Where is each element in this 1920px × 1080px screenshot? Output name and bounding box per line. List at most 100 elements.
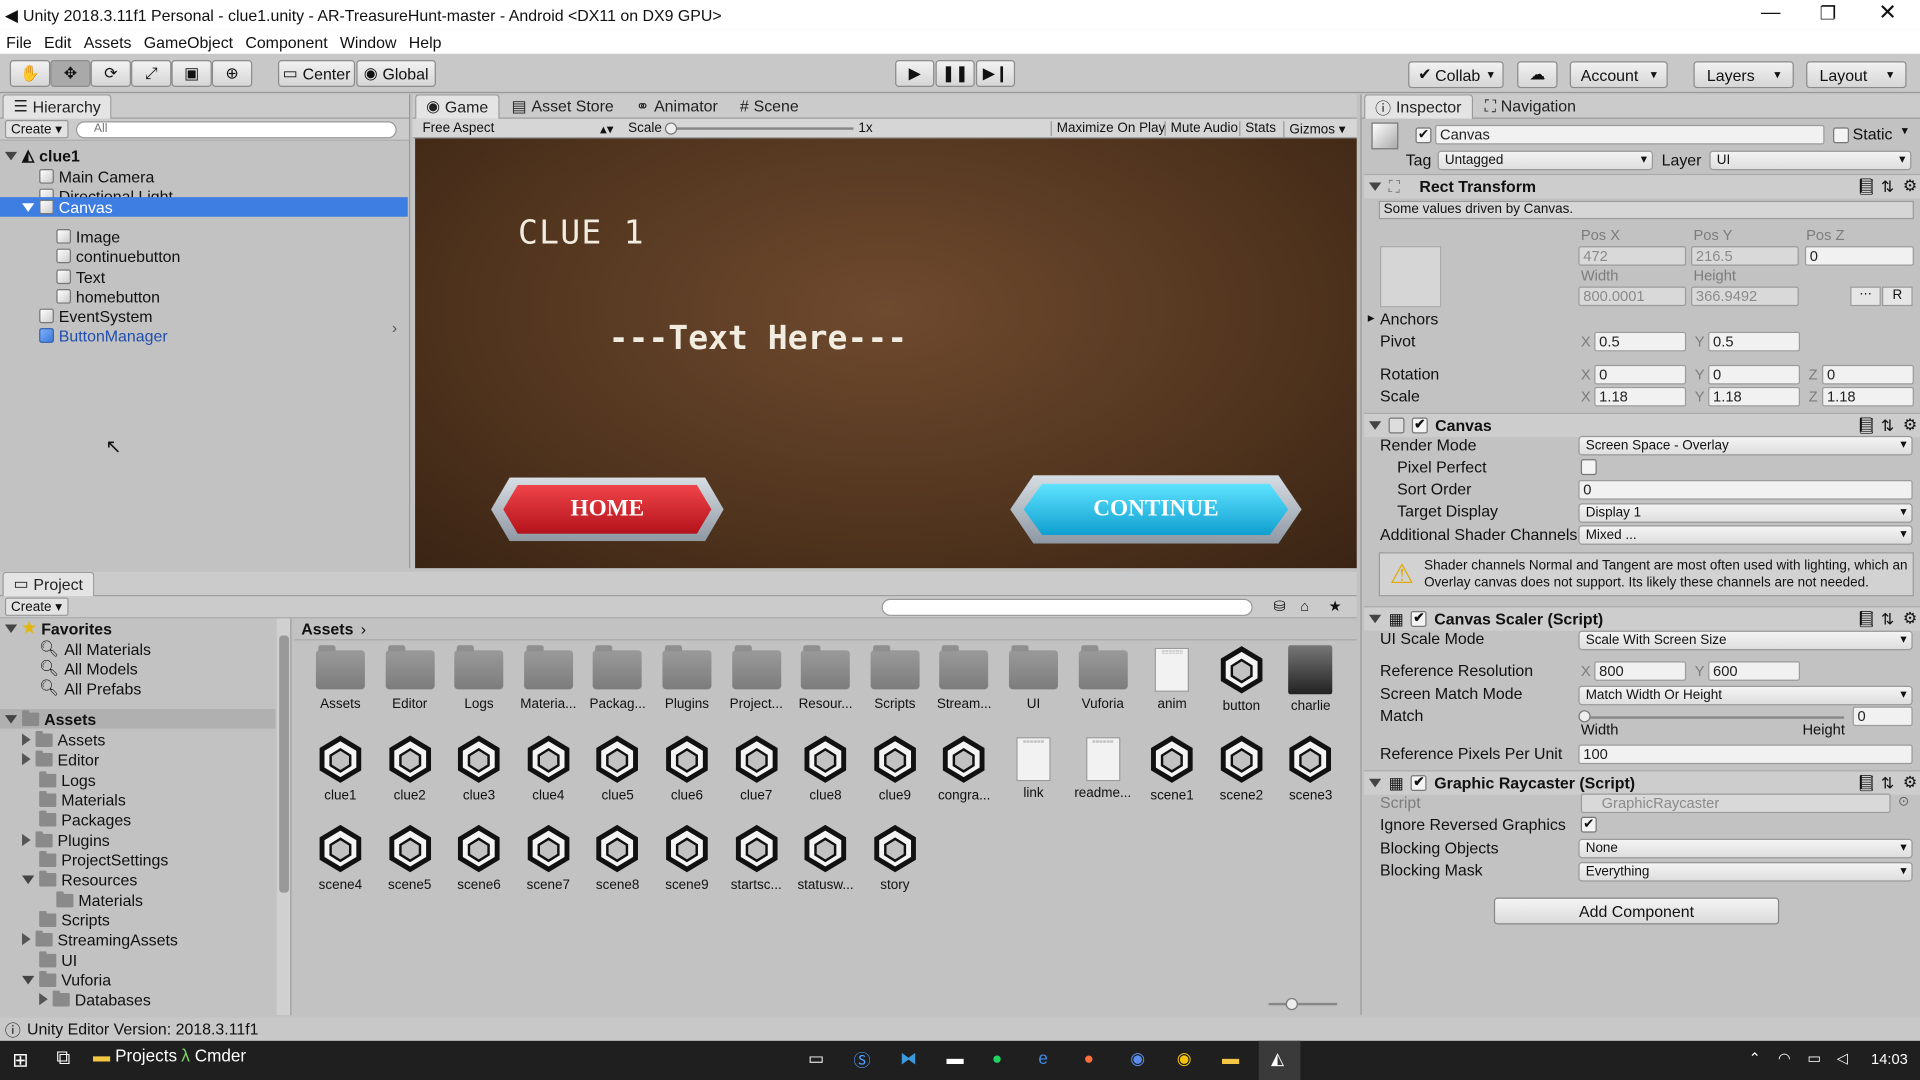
icon-size-slider-handle[interactable] [1285,997,1298,1011]
rotation-y-field[interactable]: 0 [1708,364,1801,385]
ignore-reversed-checkbox[interactable]: ✔ [1580,816,1597,833]
pivot-global-button[interactable]: ◉ Global [356,60,436,87]
menu-window[interactable]: Window [340,32,397,50]
width-field[interactable]: 800.0001 [1578,286,1687,307]
asset-item[interactable]: story [861,822,930,893]
preset-icon[interactable]: ⇅ [1881,178,1894,198]
create-dropdown[interactable]: Create ▾ [4,120,69,139]
reference-resolution-y-field[interactable]: 600 [1708,661,1801,681]
help-icon[interactable]: 📘︎ [1856,774,1876,794]
favorite-all-materials[interactable]: 🔍︎ All Materials [39,639,151,659]
volume-icon[interactable]: ◁ [1837,1049,1848,1066]
asset-item[interactable]: startsc... [722,822,791,893]
edge-icon[interactable]: e [1038,1048,1048,1068]
continue-button[interactable]: CONTINUE [1023,483,1289,536]
posx-field[interactable]: 472 [1578,246,1687,266]
menu-gameobject[interactable]: GameObject [144,32,233,50]
screen-match-mode-dropdown[interactable]: Match Width Or Height [1578,685,1913,706]
gizmos-dropdown[interactable]: Gizmos ▾ [1283,121,1350,138]
folder-vuforia[interactable]: Vuforia [22,970,111,990]
asset-item[interactable]: clue1 [306,732,375,803]
firefox-icon[interactable]: ● [1084,1048,1094,1068]
folder-databases[interactable]: Databases [39,989,151,1009]
active-checkbox[interactable]: ✔ [1415,127,1432,144]
ui-scale-mode-dropdown[interactable]: Scale With Screen Size [1578,630,1913,651]
collab-dropdown[interactable]: ✔ Collab ▾ [1408,61,1504,89]
chromium-icon[interactable]: ◉ [1130,1048,1145,1069]
anchors-expand-icon[interactable]: ▸ [1368,310,1375,326]
asset-item[interactable]: clue6 [653,732,722,803]
hand-tool-button[interactable]: ✋ [9,60,51,87]
asset-item[interactable]: Vuforia [1068,643,1137,711]
help-icon[interactable]: 📘︎ [1856,610,1876,630]
mute-audio-toggle[interactable]: Mute Audio [1164,121,1242,136]
tab-inspector[interactable]: ⓘ Inspector [1364,93,1473,119]
folder-plugins[interactable]: Plugins [22,830,110,850]
asset-item[interactable]: Materia... [514,643,583,711]
blocking-objects-dropdown[interactable]: None [1578,838,1913,859]
asset-item[interactable]: scene3 [1276,732,1345,803]
asset-item[interactable]: Editor [375,643,444,711]
asset-item[interactable]: UI [999,643,1068,711]
object-picker-icon[interactable]: ⊙ [1898,793,1909,810]
render-mode-dropdown[interactable]: Screen Space - Overlay [1578,435,1913,456]
battery-icon[interactable]: ▭ [1807,1049,1821,1066]
posz-field[interactable]: 0 [1804,246,1914,266]
asset-item[interactable]: Scripts [861,643,930,711]
folder-resources[interactable]: Resources [22,869,137,889]
menu-assets[interactable]: Assets [84,32,132,50]
tab-asset-store[interactable]: ▤ Asset Store [502,94,624,118]
asset-item[interactable]: Resour... [791,643,860,711]
stats-toggle[interactable]: Stats [1239,121,1281,136]
folder-materials[interactable]: Materials [39,790,126,810]
height-field[interactable]: 366.9492 [1691,286,1799,307]
scale-tool-button[interactable]: ⤢ [131,60,172,87]
tag-dropdown[interactable]: Untagged [1437,150,1654,171]
raycaster-enabled-checkbox[interactable]: ✔ [1410,775,1427,792]
pixel-perfect-checkbox[interactable] [1580,459,1597,476]
preset-icon[interactable]: ⇅ [1881,774,1894,794]
layers-dropdown[interactable]: Layers ▾ [1693,61,1794,89]
help-icon[interactable]: 📘︎ [1856,178,1876,198]
file-explorer-icon[interactable]: ▬ [1222,1048,1239,1068]
move-tool-button[interactable]: ✥ [50,60,91,87]
blueprint-mode-button[interactable]: ⋯ [1850,286,1881,307]
tree-scrollbar[interactable] [276,618,291,1016]
taskbar-projects[interactable]: ▬ Projects [93,1046,177,1066]
folder-logs[interactable]: Logs [39,770,96,790]
tab-project[interactable]: ▭ Project [2,571,94,596]
assets-root[interactable]: Assets [0,708,276,729]
minimize-button[interactable]: — [1761,2,1781,24]
chrome-icon[interactable]: ◉ [1177,1048,1192,1069]
layer-dropdown[interactable]: UI [1709,150,1912,171]
rotation-z-field[interactable]: 0 [1822,364,1914,385]
rotation-x-field[interactable]: 0 [1594,364,1687,385]
asset-item[interactable]: Plugins [653,643,722,711]
tab-hierarchy[interactable]: ☰ Hierarchy [2,93,112,119]
gear-icon[interactable]: ⚙ [1903,773,1917,793]
tray-chevron-icon[interactable]: ⌃ [1749,1049,1761,1066]
task-view-icon[interactable]: ⧉ [56,1048,70,1070]
match-slider[interactable] [1584,716,1845,719]
rect-transform-header[interactable]: ⛶ Rect Transform 📘︎ ⇅ ⚙ [1364,173,1920,199]
unity-taskbar-button[interactable]: ◭ [1258,1040,1301,1080]
windows-start-icon[interactable]: ⊞ [12,1048,28,1072]
folder-streamingassets[interactable]: StreamingAssets [22,929,178,949]
reference-resolution-x-field[interactable]: 800 [1594,661,1687,681]
project-search-input[interactable] [881,598,1253,616]
gear-icon[interactable]: ⚙ [1903,415,1917,435]
terminal-icon[interactable]: ▬ [947,1048,964,1068]
canvas-enabled-checkbox[interactable]: ✔ [1411,417,1428,434]
step-button[interactable]: ▶❙ [975,60,1016,87]
folder-packages[interactable]: Packages [39,809,131,829]
asset-item[interactable]: scene4 [306,822,375,893]
asset-item[interactable]: Project... [722,643,791,711]
chevron-right-icon[interactable]: › [392,318,397,336]
preset-icon[interactable]: ⇅ [1881,610,1894,630]
anchors-label[interactable]: Anchors [1380,310,1438,328]
hierarchy-item-canvas[interactable]: Canvas [0,197,408,217]
match-field[interactable]: 0 [1852,706,1913,727]
folder-resources-materials[interactable]: Materials [56,890,143,910]
clock[interactable]: 14:03 [1871,1051,1908,1068]
asset-item[interactable]: clue5 [583,732,652,803]
